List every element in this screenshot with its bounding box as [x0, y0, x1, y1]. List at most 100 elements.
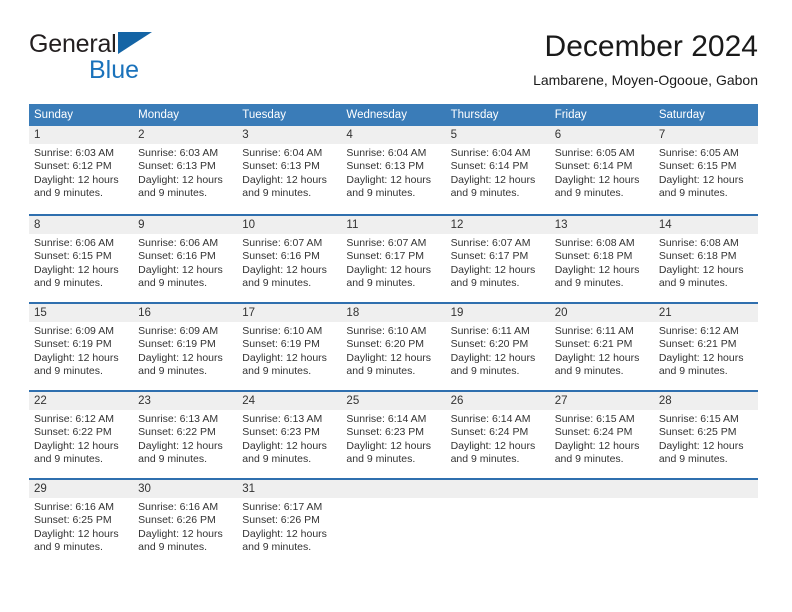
- day-number: 7: [653, 126, 758, 144]
- day-cell[interactable]: 10 Sunrise: 6:07 AM Sunset: 6:16 PM Dayl…: [237, 216, 342, 302]
- day-cell[interactable]: 31 Sunrise: 6:17 AM Sunset: 6:26 PM Dayl…: [237, 480, 342, 566]
- daylight-text-line1: Daylight: 12 hours: [554, 263, 640, 276]
- daylight-text-line1: Daylight: 12 hours: [346, 263, 432, 276]
- day-number: [445, 480, 550, 498]
- day-number: [341, 480, 446, 498]
- day-cell[interactable]: 20 Sunrise: 6:11 AM Sunset: 6:21 PM Dayl…: [549, 304, 654, 390]
- day-cell-empty: [653, 480, 758, 566]
- day-cell[interactable]: 24 Sunrise: 6:13 AM Sunset: 6:23 PM Dayl…: [237, 392, 342, 478]
- daylight-text-line2: and 9 minutes.: [658, 277, 728, 290]
- day-cell[interactable]: 14 Sunrise: 6:08 AM Sunset: 6:18 PM Dayl…: [653, 216, 758, 302]
- daylight-text-line2: and 9 minutes.: [242, 187, 312, 200]
- day-cell[interactable]: 3 Sunrise: 6:04 AM Sunset: 6:13 PM Dayli…: [237, 126, 342, 214]
- daylight-text-line1: Daylight: 12 hours: [554, 173, 640, 186]
- daylight-text-line2: and 9 minutes.: [450, 365, 520, 378]
- day-cell[interactable]: 17 Sunrise: 6:10 AM Sunset: 6:19 PM Dayl…: [237, 304, 342, 390]
- day-cell[interactable]: 30 Sunrise: 6:16 AM Sunset: 6:26 PM Dayl…: [133, 480, 238, 566]
- sunrise-text: Sunrise: 6:15 AM: [554, 413, 635, 425]
- day-cell[interactable]: 7 Sunrise: 6:05 AM Sunset: 6:15 PM Dayli…: [653, 126, 758, 214]
- day-number: 21: [653, 304, 758, 322]
- day-details: Sunrise: 6:03 AM Sunset: 6:13 PM Dayligh…: [133, 144, 237, 201]
- day-cell[interactable]: 23 Sunrise: 6:13 AM Sunset: 6:22 PM Dayl…: [133, 392, 238, 478]
- day-cell[interactable]: 21 Sunrise: 6:12 AM Sunset: 6:21 PM Dayl…: [653, 304, 758, 390]
- sunrise-text: Sunrise: 6:13 AM: [138, 413, 219, 425]
- day-number: 13: [549, 216, 654, 234]
- day-details: Sunrise: 6:10 AM Sunset: 6:19 PM Dayligh…: [237, 322, 341, 379]
- day-cell[interactable]: 6 Sunrise: 6:05 AM Sunset: 6:14 PM Dayli…: [549, 126, 654, 214]
- daylight-text-line2: and 9 minutes.: [346, 365, 416, 378]
- sunset-text: Sunset: 6:18 PM: [658, 250, 737, 263]
- day-number: 30: [133, 480, 238, 498]
- day-cell[interactable]: 22 Sunrise: 6:12 AM Sunset: 6:22 PM Dayl…: [29, 392, 134, 478]
- daylight-text-line1: Daylight: 12 hours: [242, 263, 327, 276]
- sunrise-text: Sunrise: 6:16 AM: [138, 501, 219, 513]
- day-cell-empty: [549, 480, 654, 566]
- day-details: Sunrise: 6:11 AM Sunset: 6:20 PM Dayligh…: [446, 322, 550, 379]
- day-cell[interactable]: 16 Sunrise: 6:09 AM Sunset: 6:19 PM Dayl…: [133, 304, 238, 390]
- daylight-text-line1: Daylight: 12 hours: [34, 439, 119, 452]
- day-number: 23: [133, 392, 238, 410]
- daylight-text-line1: Daylight: 12 hours: [450, 439, 536, 452]
- logo-top-row: General: [29, 31, 249, 58]
- day-details: Sunrise: 6:15 AM Sunset: 6:24 PM Dayligh…: [550, 410, 654, 467]
- day-cell[interactable]: 8 Sunrise: 6:06 AM Sunset: 6:15 PM Dayli…: [29, 216, 134, 302]
- day-cell[interactable]: 15 Sunrise: 6:09 AM Sunset: 6:19 PM Dayl…: [29, 304, 134, 390]
- daylight-text-line2: and 9 minutes.: [242, 453, 312, 466]
- sunrise-text: Sunrise: 6:10 AM: [346, 325, 427, 337]
- day-cell[interactable]: 4 Sunrise: 6:04 AM Sunset: 6:13 PM Dayli…: [341, 126, 446, 214]
- day-cell[interactable]: 11 Sunrise: 6:07 AM Sunset: 6:17 PM Dayl…: [341, 216, 446, 302]
- daylight-text-line1: Daylight: 12 hours: [138, 527, 223, 540]
- day-cell[interactable]: 25 Sunrise: 6:14 AM Sunset: 6:23 PM Dayl…: [341, 392, 446, 478]
- week-row: 22 Sunrise: 6:12 AM Sunset: 6:22 PM Dayl…: [29, 390, 758, 478]
- calendar-grid: Sunday Monday Tuesday Wednesday Thursday…: [29, 104, 758, 566]
- day-details: Sunrise: 6:04 AM Sunset: 6:13 PM Dayligh…: [341, 144, 445, 201]
- sunset-text: Sunset: 6:15 PM: [34, 250, 112, 263]
- daylight-text-line1: Daylight: 12 hours: [138, 351, 223, 364]
- day-details: Sunrise: 6:08 AM Sunset: 6:18 PM Dayligh…: [654, 234, 758, 291]
- day-details: Sunrise: 6:03 AM Sunset: 6:12 PM Dayligh…: [29, 144, 133, 201]
- day-details: Sunrise: 6:16 AM Sunset: 6:25 PM Dayligh…: [29, 498, 133, 555]
- daylight-text-line2: and 9 minutes.: [34, 541, 103, 554]
- day-number: 12: [445, 216, 550, 234]
- weekday-header-row: Sunday Monday Tuesday Wednesday Thursday…: [29, 104, 758, 126]
- daylight-text-line1: Daylight: 12 hours: [450, 263, 536, 276]
- day-cell[interactable]: 1 Sunrise: 6:03 AM Sunset: 6:12 PM Dayli…: [29, 126, 134, 214]
- day-cell[interactable]: 2 Sunrise: 6:03 AM Sunset: 6:13 PM Dayli…: [133, 126, 238, 214]
- daylight-text-line2: and 9 minutes.: [554, 187, 624, 200]
- day-number: 26: [445, 392, 550, 410]
- daylight-text-line2: and 9 minutes.: [34, 277, 103, 290]
- daylight-text-line2: and 9 minutes.: [554, 365, 624, 378]
- sunset-text: Sunset: 6:14 PM: [450, 160, 529, 173]
- day-cell[interactable]: 5 Sunrise: 6:04 AM Sunset: 6:14 PM Dayli…: [445, 126, 550, 214]
- sunrise-text: Sunrise: 6:11 AM: [450, 325, 530, 337]
- daylight-text-line1: Daylight: 12 hours: [242, 439, 327, 452]
- day-details: Sunrise: 6:11 AM Sunset: 6:21 PM Dayligh…: [550, 322, 654, 379]
- sunrise-text: Sunrise: 6:07 AM: [242, 237, 323, 249]
- day-cell[interactable]: 9 Sunrise: 6:06 AM Sunset: 6:16 PM Dayli…: [133, 216, 238, 302]
- day-cell[interactable]: 19 Sunrise: 6:11 AM Sunset: 6:20 PM Dayl…: [445, 304, 550, 390]
- sunset-text: Sunset: 6:25 PM: [34, 514, 112, 527]
- sunrise-text: Sunrise: 6:07 AM: [346, 237, 427, 249]
- daylight-text-line1: Daylight: 12 hours: [34, 351, 119, 364]
- day-cell-empty: [341, 480, 446, 566]
- sunrise-text: Sunrise: 6:03 AM: [34, 147, 114, 159]
- sunset-text: Sunset: 6:23 PM: [346, 426, 425, 439]
- general-blue-logo[interactable]: General Blue: [29, 31, 249, 89]
- day-cell[interactable]: 18 Sunrise: 6:10 AM Sunset: 6:20 PM Dayl…: [341, 304, 446, 390]
- day-cell[interactable]: 12 Sunrise: 6:07 AM Sunset: 6:17 PM Dayl…: [445, 216, 550, 302]
- sunrise-text: Sunrise: 6:15 AM: [658, 413, 739, 425]
- day-cell[interactable]: 26 Sunrise: 6:14 AM Sunset: 6:24 PM Dayl…: [445, 392, 550, 478]
- day-number: 3: [237, 126, 342, 144]
- sunset-text: Sunset: 6:22 PM: [138, 426, 216, 439]
- daylight-text-line2: and 9 minutes.: [450, 453, 520, 466]
- daylight-text-line2: and 9 minutes.: [346, 453, 416, 466]
- day-cell[interactable]: 13 Sunrise: 6:08 AM Sunset: 6:18 PM Dayl…: [549, 216, 654, 302]
- daylight-text-line1: Daylight: 12 hours: [34, 173, 119, 186]
- daylight-text-line1: Daylight: 12 hours: [346, 351, 432, 364]
- day-details: Sunrise: 6:14 AM Sunset: 6:23 PM Dayligh…: [341, 410, 445, 467]
- day-cell[interactable]: 28 Sunrise: 6:15 AM Sunset: 6:25 PM Dayl…: [653, 392, 758, 478]
- day-cell[interactable]: 27 Sunrise: 6:15 AM Sunset: 6:24 PM Dayl…: [549, 392, 654, 478]
- day-number: 18: [341, 304, 446, 322]
- day-number: 2: [133, 126, 238, 144]
- day-cell[interactable]: 29 Sunrise: 6:16 AM Sunset: 6:25 PM Dayl…: [29, 480, 134, 566]
